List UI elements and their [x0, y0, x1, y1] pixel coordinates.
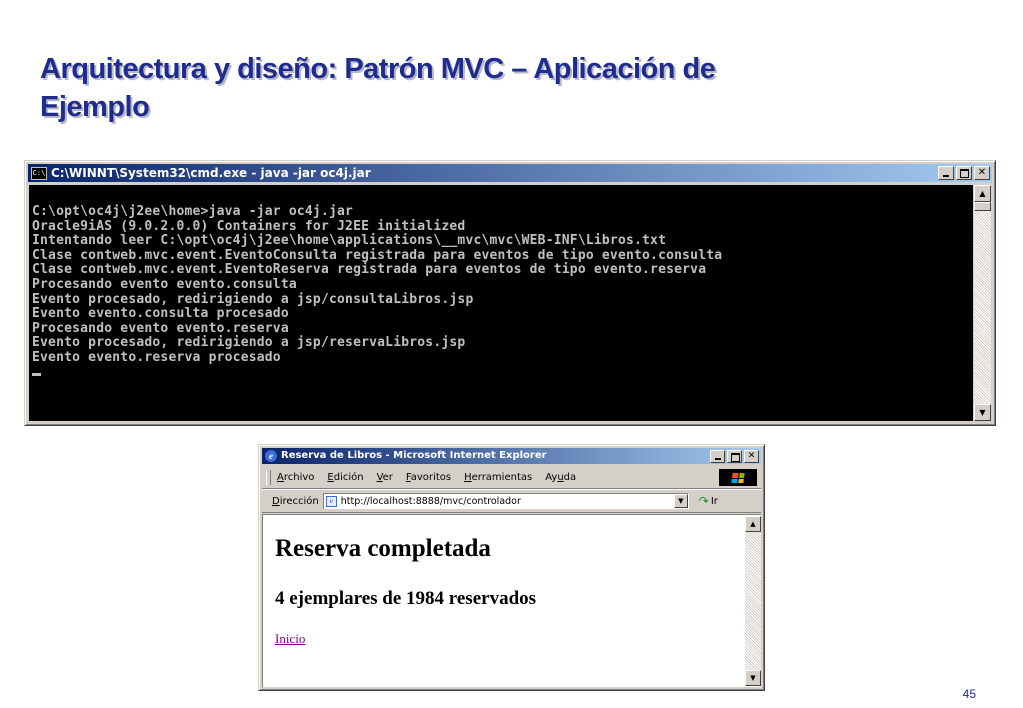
console-output[interactable]: C:\opt\oc4j\j2ee\home>java -jar oc4j.jar… — [29, 185, 973, 421]
windows-logo-icon — [719, 469, 757, 486]
address-bar: Dirección e http://localhost:8888/mvc/co… — [262, 489, 761, 513]
menu-herramientas-accel: H — [464, 472, 472, 483]
console-line: Oracle9iAS (9.0.2.0.0) Containers for J2… — [32, 218, 466, 234]
address-dropdown-button[interactable]: ▼ — [673, 494, 688, 508]
page-subheading: 4 ejemplares de 1984 reservados — [275, 588, 537, 609]
maximize-icon — [960, 169, 969, 178]
browser-window[interactable]: e Reserva de Libros - Microsoft Internet… — [258, 444, 765, 691]
close-icon: ✕ — [977, 167, 987, 178]
menu-favoritos-label: avoritos — [410, 472, 452, 483]
cmd-titlebar[interactable]: C:\ C:\WINNT\System32\cmd.exe - java -ja… — [28, 164, 992, 182]
scroll-thumb[interactable] — [974, 202, 991, 211]
menu-ver-label: er — [382, 472, 393, 483]
cmd-maximize-button[interactable] — [956, 166, 972, 180]
browser-scrollbar[interactable]: ▲ ▼ — [745, 516, 761, 686]
browser-scroll-up-button[interactable]: ▲ — [745, 516, 761, 532]
scroll-down-button[interactable]: ▼ — [974, 404, 991, 421]
scroll-up-button[interactable]: ▲ — [974, 185, 991, 202]
cmd-minimize-button[interactable] — [938, 166, 954, 180]
address-input[interactable]: e http://localhost:8888/mvc/controlador … — [322, 493, 689, 509]
slide-title-line-2: Ejemplo — [40, 91, 150, 123]
flag-blue — [731, 478, 738, 483]
go-arrow-icon: ↷ — [698, 494, 709, 508]
menu-herramientas-label: erramientas — [471, 472, 533, 483]
cmd-window-title: C:\WINNT\System32\cmd.exe - java -jar oc… — [51, 166, 371, 180]
console-line: Intentando leer C:\opt\oc4j\j2ee\home\ap… — [32, 233, 667, 249]
console-line: Evento procesado, redirigiendo a jsp/res… — [32, 335, 466, 351]
menu-ayuda-label-start: Ay — [545, 472, 558, 483]
browser-window-controls: ✕ — [710, 450, 759, 463]
console-line: Evento procesado, redirigiendo a jsp/con… — [32, 291, 474, 307]
cmd-close-button[interactable]: ✕ — [974, 166, 990, 180]
slide-title: Arquitectura y diseño: Patrón MVC – Apli… — [40, 50, 800, 126]
menu-ayuda[interactable]: Ayuda — [545, 472, 576, 483]
console-cursor — [32, 372, 41, 376]
console-line: Evento evento.consulta procesado — [32, 306, 289, 322]
cmd-window[interactable]: C:\ C:\WINNT\System32\cmd.exe - java -ja… — [24, 160, 996, 426]
menu-ver[interactable]: Ver — [377, 472, 393, 483]
menu-edicion[interactable]: Edición — [327, 472, 363, 483]
page-icon: e — [325, 495, 337, 507]
arrow-up-icon: ▲ — [979, 189, 986, 198]
minimize-icon — [715, 458, 721, 460]
browser-close-button[interactable]: ✕ — [744, 450, 759, 463]
address-url: http://localhost:8888/mvc/controlador — [340, 495, 521, 507]
windows-flag — [731, 472, 745, 483]
console-line: Procesando evento evento.consulta — [32, 276, 297, 292]
menu-archivo-label: rchivo — [283, 472, 315, 483]
menu-bar: Archivo Edición Ver Favoritos Herramient… — [262, 467, 761, 489]
console-line: Clase contweb.mvc.event.EventoReserva re… — [32, 262, 707, 278]
browser-maximize-button[interactable] — [727, 450, 742, 463]
address-label: Dirección — [272, 496, 319, 507]
browser-titlebar[interactable]: e Reserva de Libros - Microsoft Internet… — [262, 448, 761, 464]
menu-herramientas[interactable]: Herramientas — [464, 472, 532, 483]
maximize-icon — [731, 453, 740, 462]
menu-archivo-accel: A — [277, 472, 284, 483]
arrow-down-icon: ▼ — [750, 674, 756, 682]
console-line: C:\opt\oc4j\j2ee\home>java -jar oc4j.jar — [32, 204, 354, 219]
internet-explorer-icon[interactable]: e — [265, 450, 277, 462]
console-line: Clase contweb.mvc.event.EventoConsulta r… — [32, 247, 723, 263]
menu-favoritos[interactable]: Favoritos — [406, 472, 451, 483]
go-button[interactable]: ↷ Ir — [699, 494, 718, 508]
go-button-label: Ir — [710, 495, 718, 507]
close-icon: ✕ — [747, 451, 756, 461]
arrow-down-icon: ▼ — [979, 408, 986, 417]
address-label-accel: D — [272, 495, 280, 507]
address-label-text: irección — [279, 495, 319, 507]
flag-red — [732, 472, 739, 477]
chevron-down-icon: ▼ — [678, 497, 684, 505]
slide-title-line-1: Arquitectura y diseño: Patrón MVC – Apli… — [40, 53, 716, 85]
toolbar-grip[interactable] — [266, 470, 271, 485]
minimize-icon — [943, 175, 949, 177]
menu-edicion-label: dición — [333, 472, 364, 483]
browser-content[interactable]: Reserva completada 4 ejemplares de 1984 … — [262, 514, 761, 687]
page-heading: Reserva completada — [275, 535, 491, 562]
menu-archivo[interactable]: Archivo — [277, 472, 314, 483]
menu-ayuda-label-end: da — [563, 472, 577, 483]
console-line: Evento evento.reserva procesado — [32, 349, 281, 365]
console-line: Procesando evento evento.reserva — [32, 320, 289, 336]
slide-page-number: 45 — [962, 687, 976, 701]
console-icon[interactable]: C:\ — [31, 166, 47, 180]
arrow-up-icon: ▲ — [750, 520, 756, 528]
cmd-window-controls: ✕ — [938, 166, 990, 180]
inicio-link[interactable]: Inicio — [275, 631, 305, 647]
flag-green — [738, 472, 745, 477]
browser-scroll-down-button[interactable]: ▼ — [745, 670, 761, 686]
browser-minimize-button[interactable] — [710, 450, 725, 463]
browser-window-title: Reserva de Libros - Microsoft Internet E… — [281, 450, 547, 461]
flag-yellow — [737, 478, 744, 483]
cmd-scrollbar[interactable]: ▲ ▼ — [974, 185, 991, 421]
